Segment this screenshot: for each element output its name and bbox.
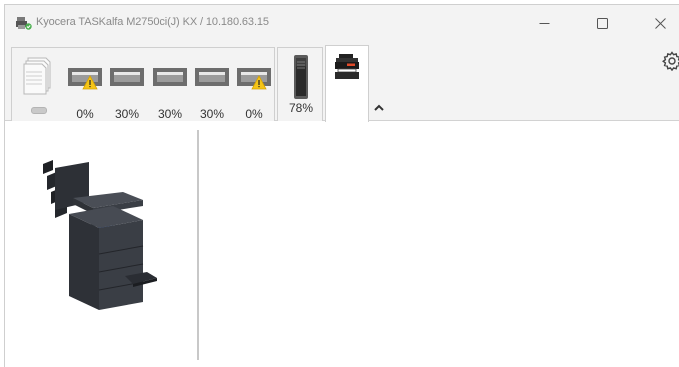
window-title: Kyocera TASKalfa M2750ci(J) KX / 10.180.… xyxy=(36,16,269,28)
manual-feed-slot xyxy=(31,107,47,114)
toner-level-label: 78% xyxy=(288,101,314,115)
pane-splitter[interactable] xyxy=(197,130,199,360)
tab-device-status[interactable] xyxy=(325,45,369,122)
app-printer-icon xyxy=(16,17,32,30)
collapse-arrow-icon[interactable] xyxy=(373,103,385,113)
tray-level-label: 0% xyxy=(76,107,94,121)
tab-toner-status[interactable]: 78% xyxy=(277,47,323,121)
maximize-button[interactable] xyxy=(579,5,625,41)
title-bar[interactable]: Kyocera TASKalfa M2750ci(J) KX / 10.180.… xyxy=(5,5,679,41)
toner-bottle-icon xyxy=(294,55,308,99)
minimize-icon xyxy=(539,22,549,24)
status-toolbar: 0% 30% 30% 30% 0% 78% xyxy=(5,41,679,122)
tray-level-label: 30% xyxy=(114,107,140,121)
maximize-icon xyxy=(596,17,608,29)
close-button[interactable] xyxy=(637,5,679,41)
tray-level-label: 0% xyxy=(245,107,263,121)
paper-stack-icon xyxy=(23,57,51,95)
tray-level-label: 30% xyxy=(157,107,183,121)
printer-device-icon xyxy=(335,54,359,79)
main-content xyxy=(5,122,679,367)
printer-illustration xyxy=(43,160,157,310)
gear-icon[interactable] xyxy=(662,51,679,71)
paper-tray-icon[interactable] xyxy=(235,62,273,92)
tab-paper-status[interactable]: 0% 30% 30% 30% 0% xyxy=(11,47,275,121)
paper-tray-icon[interactable] xyxy=(108,62,146,92)
minimize-button[interactable] xyxy=(521,5,567,41)
app-window: Kyocera TASKalfa M2750ci(J) KX / 10.180.… xyxy=(4,4,679,367)
tray-level-label: 30% xyxy=(199,107,225,121)
close-icon xyxy=(654,17,666,29)
paper-tray-icon[interactable] xyxy=(193,62,231,92)
paper-tray-icon[interactable] xyxy=(151,62,189,92)
paper-tray-icon[interactable] xyxy=(66,62,104,92)
